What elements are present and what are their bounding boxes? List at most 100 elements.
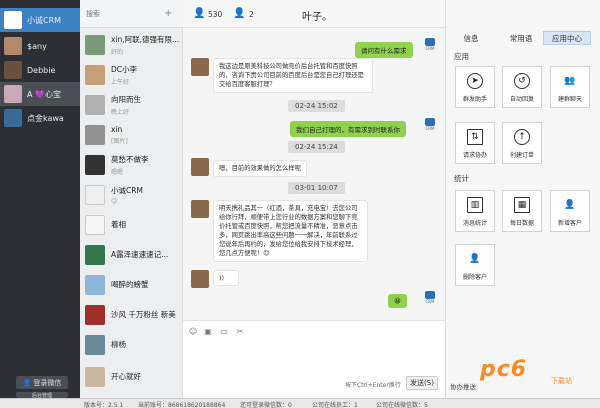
online-staff-text: 公司在线员工：1 (312, 402, 358, 408)
image-icon[interactable]: ▣ (203, 327, 213, 337)
login-count-text: 还可登录微信数：0 (240, 402, 292, 408)
tab-app-center[interactable]: 应用中心 (543, 31, 591, 45)
account-item[interactable]: A 💜心宝 (0, 82, 80, 106)
received-message: 嗯，目前的效果做的怎么样呢 (213, 160, 307, 177)
watermark-sub: 下载站 (551, 377, 572, 385)
avatar (85, 245, 105, 265)
app-message-stats-button[interactable]: ▥ 消息统计 (455, 190, 495, 232)
contacts-icon[interactable]: 👤 (193, 8, 205, 19)
avatar (85, 125, 105, 145)
group-icon[interactable]: 👤 (233, 8, 245, 19)
list-item[interactable]: A露泽速速速记... (80, 240, 183, 270)
message-area: 请问有什么需求 CRM 我这边是原美科技公司做竞价后台托管和百度快照的，咨询下贵… (183, 28, 445, 320)
app-create-order-button[interactable]: ↑ 创建订单 (502, 122, 542, 164)
timestamp: 02-24 15:24 (288, 141, 345, 153)
crm-logo-icon: CRM (420, 118, 440, 134)
avatar (4, 109, 22, 127)
app-request-assist-button[interactable]: ⇅ 请求协办 (455, 122, 495, 164)
app-group-chat-button[interactable]: 👥 建群聊天 (550, 66, 590, 108)
right-panel: 信息 常用语 应用中心 应用 ➤ 群发助手 ↺ 自动回复 👥 建群聊天 ⇅ 请求… (445, 0, 600, 398)
account-name: A 💜心宝 (27, 89, 61, 99)
list-item[interactable]: 开心就好 (80, 362, 183, 392)
send-button[interactable]: 发送(S) (406, 376, 438, 390)
avatar (4, 61, 22, 79)
list-item[interactable]: 柳杨 (80, 330, 183, 360)
account-item[interactable]: Debbie (0, 58, 80, 82)
sent-message: 😀 (388, 294, 407, 308)
auto-reply-icon: ↺ (514, 73, 530, 89)
composer: ☺ ▣ ▭ ✂ 按下Ctrl+Enter换行 发送(S) (183, 320, 445, 398)
app-auto-reply-button[interactable]: ↺ 自动回复 (502, 66, 542, 108)
avatar (85, 95, 105, 115)
list-item[interactable]: 喝醉的螃蟹 (80, 270, 183, 300)
remove-user-icon: 👤 (469, 254, 481, 264)
folder-icon[interactable]: ▭ (219, 327, 229, 337)
list-item[interactable]: 着相 (80, 210, 183, 240)
app-new-customer-button[interactable]: 👤 新增客户 (550, 190, 590, 232)
crm-logo-icon (4, 11, 22, 29)
chart-icon: ▥ (467, 197, 483, 213)
tab-info[interactable]: 信息 (454, 31, 488, 45)
list-item[interactable]: xin,阿联,德强有限... 好的 (80, 30, 183, 60)
member-count: 530 (208, 10, 223, 19)
account-name: 小诚CRM (27, 15, 62, 25)
version-text: 版本号：2.5.1 (84, 402, 124, 408)
list-item[interactable]: 向阳而生 晚上好 (80, 90, 183, 120)
account-name: Debbie (27, 65, 56, 75)
scissors-icon[interactable]: ✂ (235, 327, 245, 337)
avatar (85, 185, 105, 205)
list-item[interactable]: xin [图片] (80, 120, 183, 150)
app-broadcast-button[interactable]: ➤ 群发助手 (455, 66, 495, 108)
online-wechat-text: 公司在线微信数：5 (376, 402, 428, 408)
calendar-icon: ▦ (514, 197, 530, 213)
account-name: 点金kawa (27, 113, 64, 123)
status-bar: 版本号：2.5.1 当前账号：868618620188864 还可登录微信数：0… (0, 398, 600, 408)
avatar (85, 215, 105, 235)
app-delete-customer-button[interactable]: 👤 删除客户 (455, 244, 495, 286)
timestamp: 03-01 10:07 (288, 182, 345, 194)
avatar (191, 200, 209, 218)
newline-hint: 按下Ctrl+Enter换行 (345, 382, 401, 389)
add-icon[interactable]: + (164, 8, 172, 19)
add-user-icon: 👤 (564, 200, 576, 210)
avatar (85, 305, 105, 325)
received-message: 明天携礼品其一（红酒，茶具，充电宝）去您公司给你行拜，顺便带上您行业的数据方案和… (213, 200, 368, 262)
crm-logo-icon: CRM (420, 38, 440, 54)
avatar (85, 155, 105, 175)
avatar (85, 275, 105, 295)
assist-icon: ⇅ (467, 129, 483, 145)
list-item[interactable]: DC小李 上午好 (80, 60, 183, 90)
section-label: 统计 (454, 174, 469, 183)
account-item[interactable]: 点金kawa (0, 106, 80, 130)
app-daily-data-button[interactable]: ▦ 每日数据 (502, 190, 542, 232)
account-item[interactable]: 小诚CRM (0, 8, 80, 32)
list-item[interactable]: 莫愁不做李 嗯嗯 (80, 150, 183, 180)
avatar (191, 158, 209, 176)
avatar (4, 85, 22, 103)
message-input[interactable] (187, 341, 439, 371)
sent-message: 请问有什么需求 (355, 42, 413, 58)
user-icon: 👤 (22, 378, 32, 387)
contact-list: + xin,阿联,德强有限...好的 DC小李上午好 向阳而生晚上好 xin[图… (80, 0, 183, 398)
avatar (191, 270, 209, 288)
account-text: 当前账号：868618620188864 (138, 402, 226, 408)
sent-message: 我们自己打理的，有需求到时联系你 (290, 121, 406, 137)
order-icon: ↑ (514, 129, 530, 145)
avatar (4, 37, 22, 55)
avatar (85, 367, 105, 387)
received-message: 我这边是原美科技公司做竞价后台托管和百度快照的，咨询下贵公司目前的百度后台是您自… (213, 58, 373, 93)
login-wechat-button[interactable]: 👤 登录微信 (16, 376, 68, 389)
avatar (191, 58, 209, 76)
list-item[interactable]: 小诚CRM 😊 (80, 180, 183, 210)
tab-common-phrases[interactable]: 常用语 (501, 31, 541, 45)
watermark-logo: pc6 (480, 357, 528, 382)
emoji-icon[interactable]: ☺ (188, 327, 198, 337)
timestamp: 02-24 15:02 (288, 100, 345, 112)
search-input[interactable] (86, 9, 164, 18)
voice-message[interactable]: )) (213, 270, 239, 286)
avatar (85, 35, 105, 55)
list-item[interactable]: 沙风 千万粉丝 新美 (80, 300, 183, 330)
group-icon: 👥 (564, 76, 576, 86)
section-label: 协办推送 (450, 383, 476, 391)
account-item[interactable]: $any (0, 34, 80, 58)
